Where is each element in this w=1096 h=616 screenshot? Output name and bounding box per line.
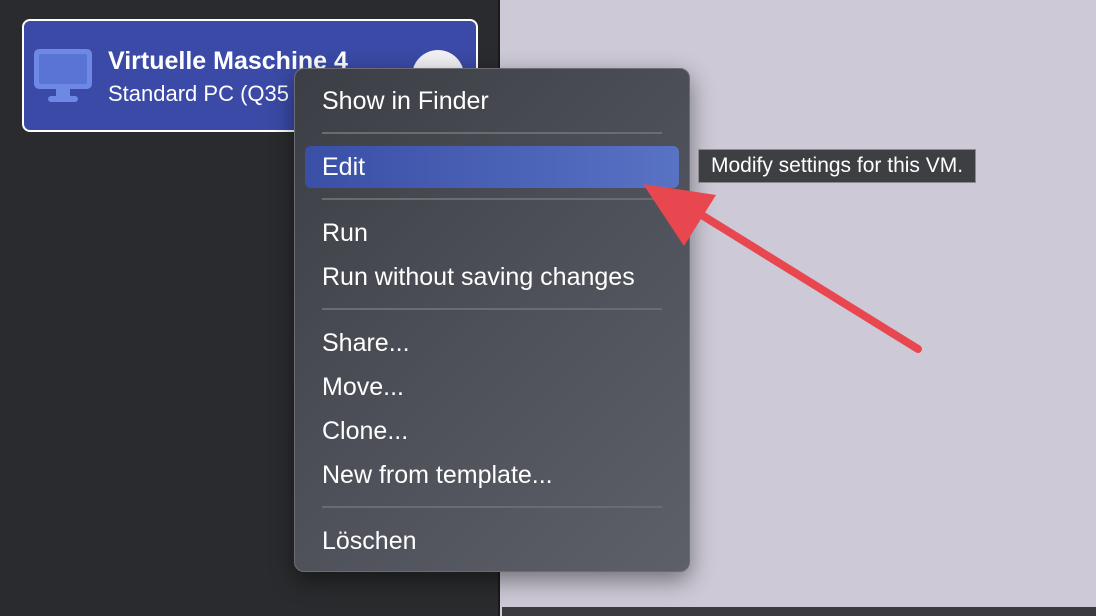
menu-item-show-in-finder[interactable]: Show in Finder: [305, 80, 679, 122]
menu-item-run[interactable]: Run: [305, 212, 679, 254]
menu-item-clone[interactable]: Clone...: [305, 410, 679, 452]
menu-separator: [322, 198, 662, 200]
menu-separator: [322, 506, 662, 508]
menu-separator: [322, 132, 662, 134]
menu-separator: [322, 308, 662, 310]
monitor-icon: [32, 45, 94, 107]
menu-item-new-from-template[interactable]: New from template...: [305, 454, 679, 496]
bottom-bar: [502, 607, 1096, 616]
menu-item-loeschen[interactable]: Löschen: [305, 520, 679, 562]
tooltip: Modify settings for this VM.: [698, 149, 977, 183]
menu-item-edit[interactable]: Edit: [305, 146, 679, 188]
menu-item-share[interactable]: Share...: [305, 322, 679, 364]
context-menu: Show in Finder Edit Run Run without savi…: [294, 68, 690, 572]
vm-type: Standard PC (Q35: [108, 81, 289, 106]
menu-item-move[interactable]: Move...: [305, 366, 679, 408]
menu-item-run-without-saving[interactable]: Run without saving changes: [305, 256, 679, 298]
